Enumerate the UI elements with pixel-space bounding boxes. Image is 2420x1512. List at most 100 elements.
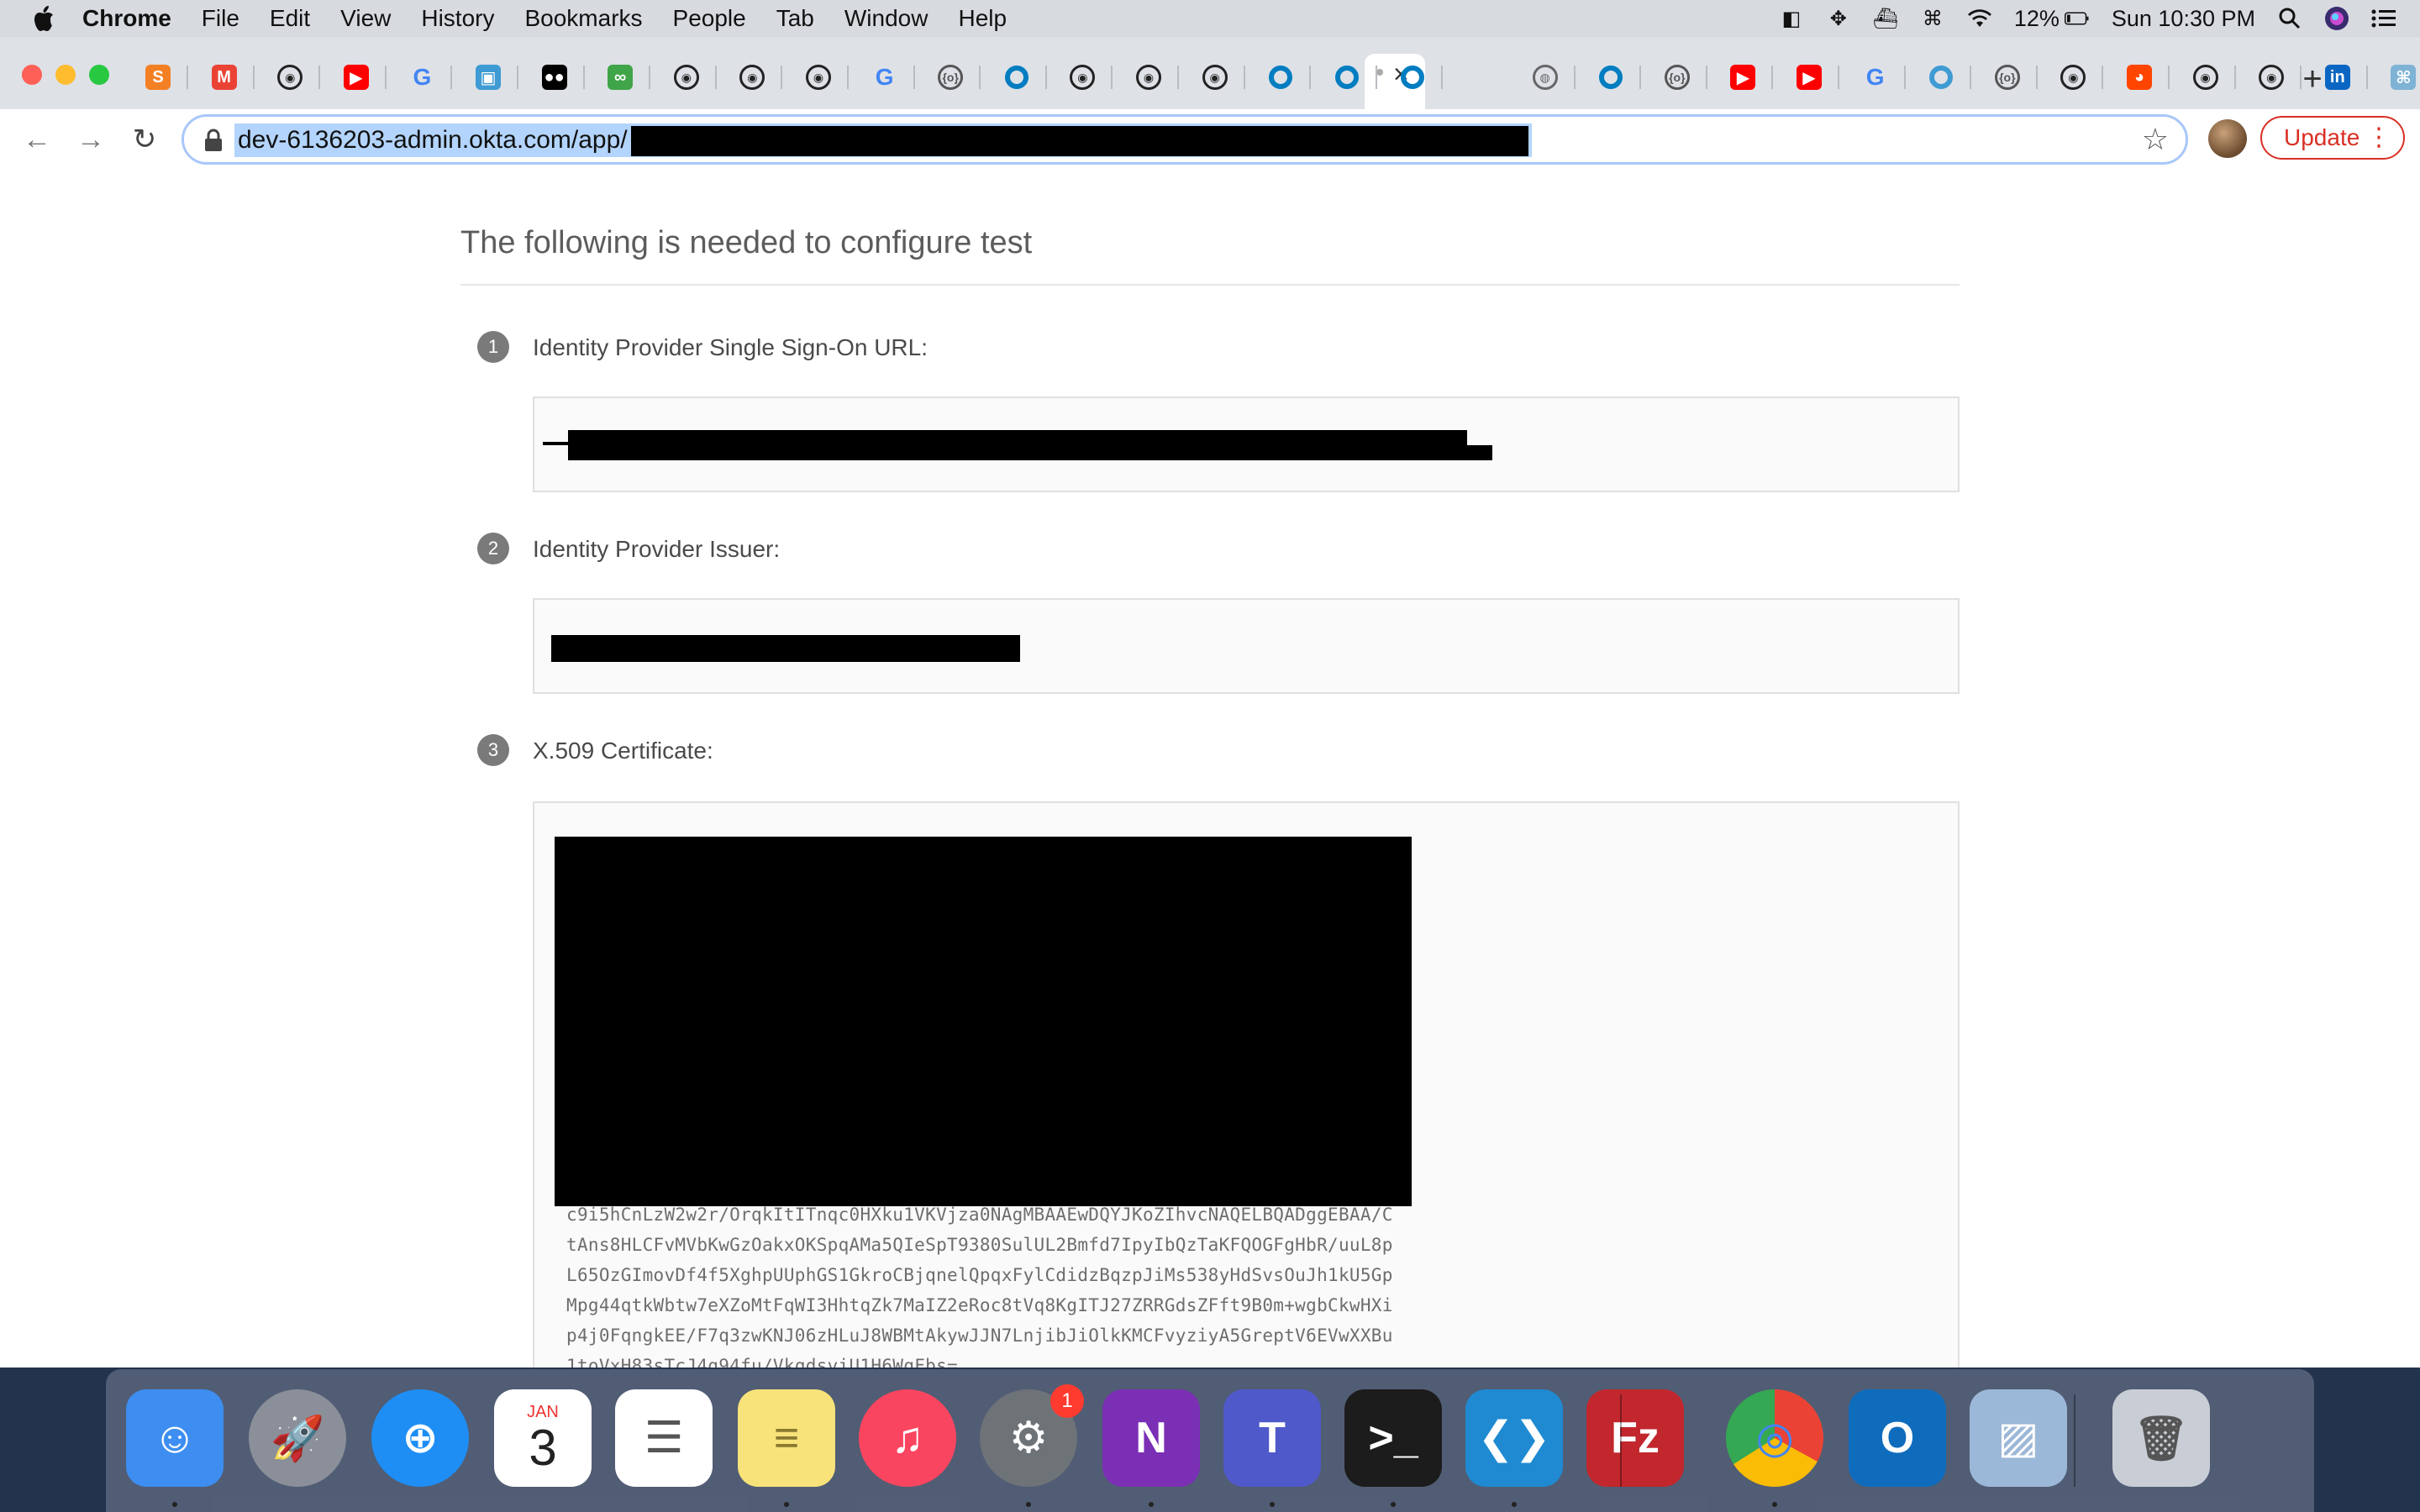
dock-music-icon[interactable]: ♫ — [859, 1389, 956, 1487]
dock-chrome-icon[interactable]: ◎ — [1726, 1389, 1823, 1487]
close-window-button[interactable] — [22, 65, 42, 85]
dock-teams-icon[interactable]: T — [1223, 1389, 1321, 1487]
tab-separator — [517, 66, 518, 89]
bookmark-star-icon[interactable]: ☆ — [2142, 122, 2169, 157]
tab[interactable]: ◉ — [722, 57, 783, 97]
tab[interactable]: ●● — [524, 57, 585, 97]
tab[interactable]: ⌘ — [2373, 57, 2420, 97]
dock-safari-icon[interactable]: ⊕ — [371, 1389, 469, 1487]
address-bar[interactable]: dev-6136203-admin.okta.com/app/ ☆ — [182, 114, 2188, 165]
clock[interactable]: Sun 10:30 PM — [2112, 6, 2255, 32]
tab[interactable]: S — [128, 57, 188, 97]
dock-outlook-icon[interactable]: O — [1849, 1389, 1946, 1487]
dock-notes-icon[interactable]: ≡ — [738, 1389, 835, 1487]
url-text[interactable]: dev-6136203-admin.okta.com/app/ — [234, 123, 1532, 157]
zoom-window-button[interactable] — [89, 65, 109, 85]
reload-button[interactable]: ↻ — [126, 121, 163, 158]
tab[interactable]: {o} — [920, 57, 981, 97]
more-menu-icon[interactable]: ⋮ — [2366, 118, 2391, 158]
tab[interactable]: ▶ — [1712, 57, 1774, 97]
tab[interactable]: in — [2307, 57, 2368, 97]
menu-app-name[interactable]: Chrome — [82, 5, 171, 32]
dock-calendar-icon[interactable]: JAN 3 — [494, 1389, 592, 1487]
step-number-3: 3 — [477, 734, 509, 766]
tab[interactable] — [1581, 57, 1642, 97]
apple-menu-icon[interactable] — [32, 4, 57, 33]
tab-separator — [1177, 66, 1179, 89]
tab[interactable]: ▣ — [458, 57, 518, 97]
tab[interactable] — [1317, 57, 1377, 97]
tab[interactable]: ◉ — [1118, 57, 1179, 97]
dock-vscode-icon[interactable]: ❮❯ — [1465, 1389, 1563, 1487]
okta-icon — [1269, 66, 1293, 89]
tab-separator — [1970, 66, 1972, 89]
step-label-issuer: Identity Provider Issuer: — [533, 536, 781, 562]
tab[interactable]: ◉ — [2241, 57, 2302, 97]
forward-button[interactable]: → — [72, 121, 109, 158]
siri-icon[interactable] — [2324, 7, 2349, 30]
tab[interactable]: {o} — [1647, 57, 1707, 97]
youtube-icon: ▶ — [1797, 65, 1822, 90]
tab-separator — [1044, 66, 1047, 89]
menu-people[interactable]: People — [673, 5, 746, 32]
wifi-icon[interactable] — [1967, 7, 1992, 30]
tab[interactable]: {o} — [1977, 57, 2038, 97]
profile-avatar[interactable] — [2208, 119, 2247, 158]
tab[interactable]: ◉ — [656, 57, 717, 97]
tab[interactable]: ▶ — [1779, 57, 1839, 97]
tab[interactable]: M — [194, 57, 255, 97]
dock-trash-icon[interactable]: 🗑 — [2112, 1389, 2210, 1487]
tab[interactable]: ◉ — [788, 57, 849, 97]
medium-icon: ●● — [541, 65, 567, 90]
reddit-icon: ◕ — [2127, 65, 2152, 90]
update-button[interactable]: Update ⋮ — [2260, 116, 2405, 160]
menu-help[interactable]: Help — [958, 5, 1007, 32]
menu-edit[interactable]: Edit — [270, 5, 310, 32]
tab[interactable]: ◉ — [2043, 57, 2104, 97]
dock-filezilla-icon[interactable]: Fz — [1586, 1389, 1684, 1487]
tab[interactable] — [1250, 57, 1312, 97]
tab[interactable]: ◉ — [2175, 57, 2236, 97]
tab[interactable]: G — [392, 57, 453, 97]
menu-tab[interactable]: Tab — [776, 5, 814, 32]
menu-bookmarks[interactable]: Bookmarks — [524, 5, 642, 32]
dock-terminal-icon[interactable]: >_ — [1344, 1389, 1442, 1487]
tab[interactable]: G — [855, 57, 915, 97]
tab-separator — [252, 66, 255, 89]
tab[interactable]: ◉ — [260, 57, 321, 97]
tab[interactable]: ◉ — [1185, 57, 1245, 97]
tab[interactable]: ◉ — [1052, 57, 1113, 97]
menu-view[interactable]: View — [340, 5, 391, 32]
keyboard-status-icon[interactable]: ⌘ — [1920, 7, 1945, 30]
tab[interactable]: ▶ — [326, 57, 387, 97]
stackoverflow-icon: S — [145, 65, 171, 90]
menu-history[interactable]: History — [421, 5, 494, 32]
spotlight-search-icon[interactable] — [2277, 7, 2302, 30]
macos-menu-bar: Chrome File Edit View History Bookmarks … — [0, 0, 2420, 37]
sync-status-icon[interactable]: ✥ — [1826, 7, 1851, 30]
tab[interactable]: ◕ — [2109, 57, 2170, 97]
tab[interactable]: G — [1845, 57, 1906, 97]
back-button[interactable]: ← — [18, 121, 55, 158]
tab[interactable] — [1382, 57, 1444, 97]
sso-url-value-box[interactable] — [533, 396, 1960, 492]
menu-window[interactable]: Window — [844, 5, 929, 32]
tab[interactable]: ∞ — [590, 57, 651, 97]
dock-launchpad-icon[interactable]: 🚀 — [249, 1389, 346, 1487]
minimize-window-button[interactable] — [55, 65, 76, 85]
notification-center-icon[interactable] — [2371, 7, 2396, 30]
menu-file[interactable]: File — [202, 5, 239, 32]
issuer-value-box[interactable] — [533, 598, 1960, 694]
certificate-value-box[interactable]: c9i5hCnLzW2w2r/OrqkItITnqc0HXku1VKVjza0N… — [533, 801, 1960, 1368]
dropbox-status-icon[interactable]: ◧ — [1779, 7, 1804, 30]
lock-icon[interactable] — [203, 129, 224, 152]
dock-onenote-icon[interactable]: N — [1102, 1389, 1200, 1487]
tab[interactable] — [1911, 57, 1972, 97]
battery-icon[interactable] — [2064, 7, 2090, 30]
tab[interactable] — [986, 57, 1047, 97]
docker-status-icon[interactable]: ⛴ — [1873, 7, 1898, 30]
dock-reminders-icon[interactable]: ☰ — [615, 1389, 713, 1487]
tab[interactable]: ◍ — [1515, 57, 1576, 97]
dock-preview-icon[interactable]: ▨ — [1970, 1389, 2067, 1487]
dock-finder-icon[interactable]: ☺ — [126, 1389, 224, 1487]
